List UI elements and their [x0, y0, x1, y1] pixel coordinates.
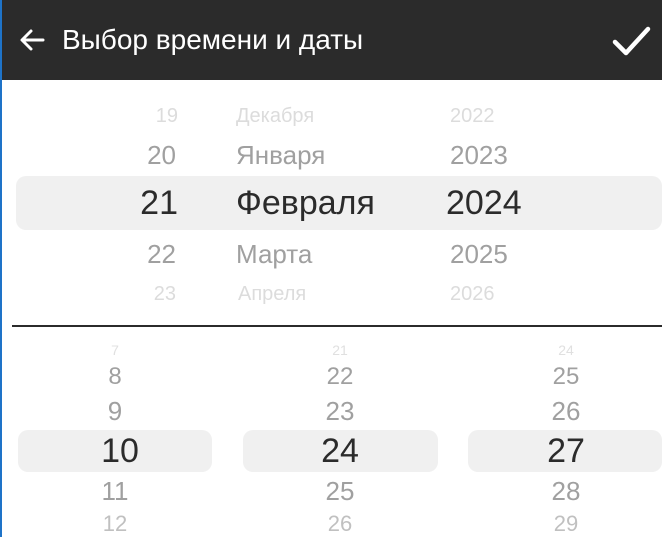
time-item[interactable]: 24: [546, 343, 586, 357]
time-item[interactable]: 29: [546, 513, 586, 535]
time-item[interactable]: 12: [95, 513, 135, 535]
time-picker: 7 8 9 10 11 12 21 22 23 24 25 26 24 25 2…: [2, 327, 662, 537]
confirm-button[interactable]: [608, 18, 654, 64]
datetime-picker-screen: Выбор времени и даты 19 20 21 22 23 Дека…: [0, 0, 662, 537]
time-item[interactable]: 22: [320, 365, 360, 389]
year-item[interactable]: 2023: [450, 142, 508, 168]
time-item[interactable]: 23: [320, 398, 360, 424]
month-item[interactable]: Января: [236, 142, 325, 168]
day-item[interactable]: 23: [154, 284, 176, 304]
time-item[interactable]: 9: [95, 398, 135, 424]
year-item[interactable]: 2025: [450, 241, 508, 267]
time-item-selected[interactable]: 27: [536, 434, 596, 468]
time-item[interactable]: 26: [320, 513, 360, 535]
month-item-selected[interactable]: Февраля: [236, 186, 375, 220]
back-button[interactable]: [14, 22, 50, 58]
time-item-selected[interactable]: 10: [90, 434, 150, 468]
year-item[interactable]: 2022: [450, 106, 495, 126]
month-item[interactable]: Марта: [236, 241, 312, 267]
year-item-selected[interactable]: 2024: [446, 186, 522, 220]
day-item[interactable]: 19: [156, 106, 178, 126]
day-item-selected[interactable]: 21: [140, 186, 178, 220]
time-item[interactable]: 7: [95, 343, 135, 357]
day-item[interactable]: 20: [147, 142, 176, 168]
time-item[interactable]: 25: [546, 365, 586, 389]
month-item[interactable]: Декабря: [236, 106, 314, 126]
page-title: Выбор времени и даты: [62, 24, 364, 55]
top-app-bar: Выбор времени и даты: [2, 0, 662, 80]
time-item[interactable]: 21: [320, 343, 360, 357]
time-item[interactable]: 26: [546, 398, 586, 424]
year-item[interactable]: 2026: [450, 284, 495, 304]
time-item-selected[interactable]: 24: [310, 434, 370, 468]
arrow-left-icon: [20, 29, 45, 51]
checkmark-icon: [612, 26, 651, 56]
time-item[interactable]: 11: [95, 478, 135, 504]
time-item[interactable]: 25: [320, 478, 360, 504]
date-picker: 19 20 21 22 23 Декабря Января Февраля Ма…: [2, 80, 662, 326]
time-item[interactable]: 8: [95, 365, 135, 389]
month-item[interactable]: Апреля: [238, 284, 306, 304]
time-item[interactable]: 28: [546, 478, 586, 504]
day-item[interactable]: 22: [147, 241, 176, 267]
